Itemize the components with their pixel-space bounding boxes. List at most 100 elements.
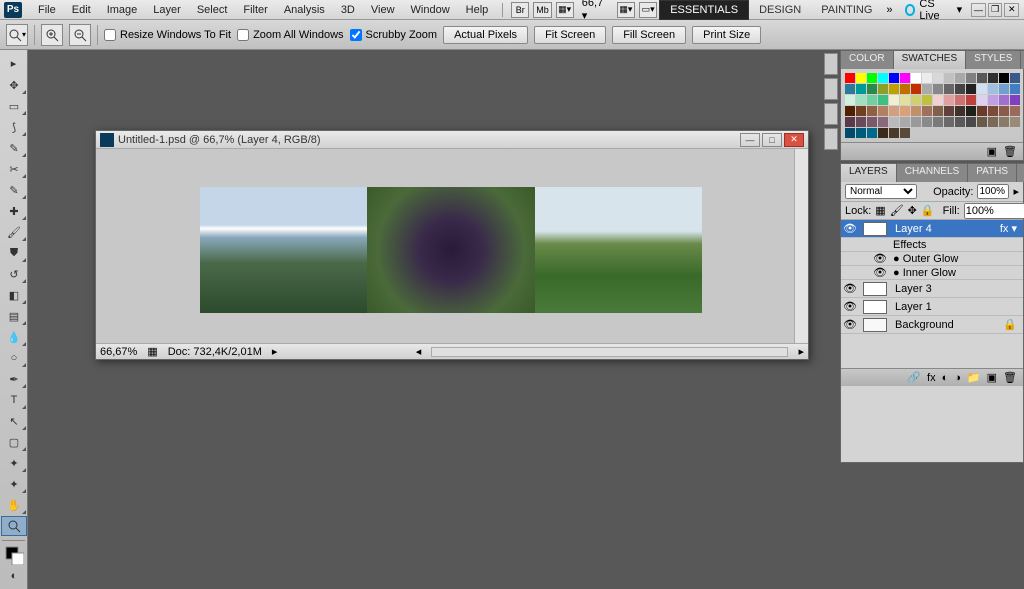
doc-titlebar[interactable]: Untitled-1.psd @ 66,7% (Layer 4, RGB/8) … (96, 131, 808, 149)
swatch[interactable] (867, 117, 877, 127)
lock-pixels-icon[interactable]: 🖌 (890, 204, 904, 217)
visibility-eye-icon[interactable]: 👁 (871, 252, 889, 265)
adjustment-layer-icon[interactable]: ◑ (954, 372, 961, 384)
lasso-tool[interactable]: ⟆ (1, 117, 27, 137)
blend-mode-select[interactable]: Normal (845, 184, 917, 199)
layers-menu-icon[interactable]: ▾≡ (1017, 164, 1024, 182)
swatch[interactable] (911, 95, 921, 105)
workspace-essentials[interactable]: ESSENTIALS (659, 0, 749, 20)
ind-attr=[interactable] (977, 184, 1009, 199)
swatch[interactable] (900, 73, 910, 83)
swatch[interactable] (889, 84, 899, 94)
effect-name[interactable]: ● Outer Glow (889, 253, 1023, 265)
visibility-eye-icon[interactable]: 👁 (871, 266, 889, 279)
swatch[interactable] (944, 117, 954, 127)
doc-maximize[interactable]: □ (762, 133, 782, 147)
cs-live-button[interactable]: CS Live▾ (897, 0, 971, 24)
quick-select-tool[interactable]: ✎ (1, 138, 27, 158)
menu-file[interactable]: File (30, 2, 64, 18)
swatch[interactable] (955, 106, 965, 116)
workspace-design[interactable]: DESIGN (749, 1, 811, 19)
swatch[interactable] (867, 106, 877, 116)
layer-row[interactable]: 👁● Outer Glow (841, 252, 1023, 266)
fill-input[interactable] (964, 203, 1024, 219)
layer-row[interactable]: 👁 Layer 1 (841, 298, 1023, 316)
swatch[interactable] (999, 117, 1009, 127)
doc-zoom-readout[interactable]: 66,67% (100, 346, 137, 358)
shape-tool[interactable]: ▢ (1, 432, 27, 452)
layer-row[interactable]: Effects (841, 238, 1023, 252)
swatch[interactable] (966, 106, 976, 116)
swatch[interactable] (911, 73, 921, 83)
lock-position-icon[interactable]: ✥ (908, 204, 917, 217)
swatch[interactable] (878, 117, 888, 127)
zoom-out-icon[interactable] (69, 24, 91, 46)
doc-close[interactable]: ✕ (784, 133, 804, 147)
swatch[interactable] (845, 73, 855, 83)
swatch[interactable] (966, 84, 976, 94)
swatch[interactable] (944, 106, 954, 116)
stamp-tool[interactable]: ⛊ (1, 243, 27, 263)
zoom-in-icon[interactable] (41, 24, 63, 46)
visibility-eye-icon[interactable]: 👁 (841, 300, 859, 313)
layer-thumbnail[interactable] (863, 282, 887, 296)
swatch[interactable] (900, 128, 910, 138)
swatch[interactable] (867, 73, 877, 83)
layer-fx-icon[interactable]: fx (927, 372, 936, 384)
fill-screen-button[interactable]: Fill Screen (612, 26, 686, 44)
menu-help[interactable]: Help (458, 2, 497, 18)
dock-history-icon[interactable] (824, 78, 838, 100)
minibridge-icon[interactable]: Mb (533, 2, 551, 18)
doc-minimize[interactable]: — (740, 133, 760, 147)
layer-name[interactable]: Layer 1 (891, 301, 1023, 313)
swatch[interactable] (955, 95, 965, 105)
styles-tab[interactable]: STYLES (966, 51, 1021, 69)
lock-transparency-icon[interactable]: ▦ (875, 204, 885, 217)
layer-thumbnail[interactable] (863, 318, 887, 332)
swatch[interactable] (966, 95, 976, 105)
swatch[interactable] (1010, 95, 1020, 105)
swatch[interactable] (856, 128, 866, 138)
swatch[interactable] (878, 106, 888, 116)
swatch[interactable] (900, 84, 910, 94)
eyedropper-tool[interactable]: ✎ (1, 180, 27, 200)
swatch[interactable] (922, 84, 932, 94)
pen-tool[interactable]: ✒ (1, 369, 27, 389)
active-tool-icon[interactable]: ▾ (6, 24, 28, 46)
swatch[interactable] (911, 84, 921, 94)
menu-select[interactable]: Select (189, 2, 236, 18)
swatch[interactable] (867, 84, 877, 94)
menu-edit[interactable]: Edit (64, 2, 99, 18)
layer-row[interactable]: 👁● Inner Glow (841, 266, 1023, 280)
layer-fx-badge[interactable]: fx ▾ (994, 222, 1023, 235)
history-brush-tool[interactable]: ↺ (1, 264, 27, 284)
swatch[interactable] (988, 84, 998, 94)
doc-vertical-scrollbar[interactable] (794, 149, 808, 343)
swatch[interactable] (845, 128, 855, 138)
swatch[interactable] (856, 106, 866, 116)
swatch[interactable] (889, 117, 899, 127)
layers-tab[interactable]: LAYERS (841, 164, 897, 182)
swatch[interactable] (856, 117, 866, 127)
swatch[interactable] (889, 128, 899, 138)
swatch[interactable] (933, 84, 943, 94)
swatch[interactable] (944, 73, 954, 83)
swatch[interactable] (988, 117, 998, 127)
actual-pixels-button[interactable]: Actual Pixels (443, 26, 528, 44)
swatch[interactable] (966, 73, 976, 83)
swatch[interactable] (955, 73, 965, 83)
effect-name[interactable]: Effects (889, 239, 1023, 251)
layer-row[interactable]: 👁Layer 4fx ▾ (841, 220, 1023, 238)
swatch[interactable] (889, 106, 899, 116)
swatch[interactable] (856, 84, 866, 94)
swatch[interactable] (933, 95, 943, 105)
lock-all-icon[interactable]: 🔒 (921, 204, 935, 217)
swatch[interactable] (999, 95, 1009, 105)
delete-layer-icon[interactable]: 🗑 (1003, 371, 1017, 384)
layer-mask-icon[interactable]: ◐ (942, 372, 949, 384)
swatch[interactable] (999, 73, 1009, 83)
menu-filter[interactable]: Filter (235, 2, 275, 18)
menu-analysis[interactable]: Analysis (276, 2, 333, 18)
doc-canvas[interactable] (96, 149, 808, 343)
swatch[interactable] (889, 73, 899, 83)
